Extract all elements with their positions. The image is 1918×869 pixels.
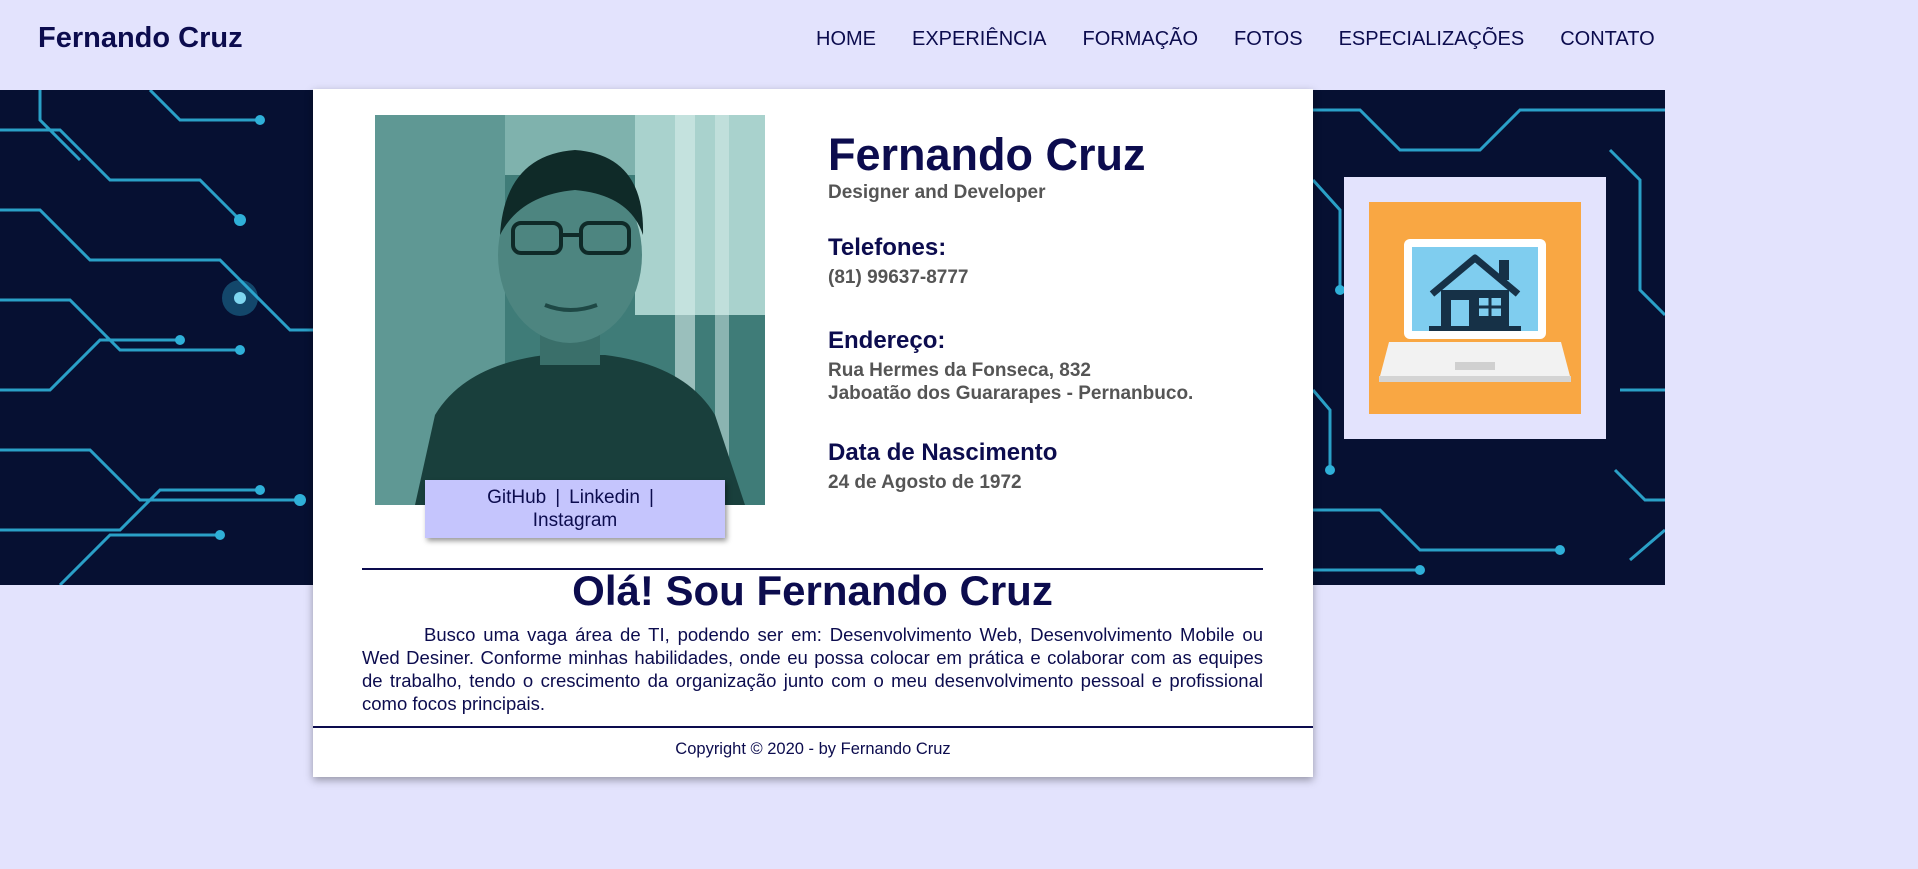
contact-info: Fernando Cruz Designer and Developer Tel… [828, 129, 1288, 494]
address-heading: Endereço: [828, 327, 946, 354]
copyright-text: Copyright © 2020 - by Fernando Cruz [675, 740, 951, 758]
site-brand[interactable]: Fernando Cruz [38, 22, 243, 55]
address-line-1: Rua Hermes da Fonseca, 832 [828, 360, 1091, 381]
site-header: Fernando Cruz HOME EXPERIÊNCIA FORMAÇÃO … [0, 0, 1918, 90]
laptop-home-icon [1379, 239, 1571, 382]
profile-role: Designer and Developer [828, 182, 1046, 203]
birth-value: 24 de Agosto de 1972 [828, 472, 1022, 493]
main-nav: HOME EXPERIÊNCIA FORMAÇÃO FOTOS ESPECIAL… [816, 28, 1655, 51]
profile-card: GitHub | Linkedin | Instagram Fernando Cruz… [313, 89, 1313, 777]
laptop-illustration [1369, 202, 1581, 414]
profile-name: Fernando Cruz [828, 129, 1146, 180]
footer-divider [313, 726, 1313, 728]
linkedin-link[interactable]: Linkedin [569, 487, 640, 508]
phone-heading: Telefones: [828, 234, 947, 261]
address-line-2: Jaboatão dos Guararapes - Pernanbuco. [828, 383, 1194, 404]
nav-especializacoes[interactable]: ESPECIALIZAÇÕES [1339, 28, 1525, 51]
nav-formacao[interactable]: FORMAÇÃO [1082, 28, 1198, 51]
github-link[interactable]: GitHub [487, 487, 546, 508]
birth-heading: Data de Nascimento [828, 439, 1058, 466]
person-photo-icon [375, 115, 765, 505]
instagram-link[interactable]: Instagram [533, 510, 617, 531]
profile-photo [375, 115, 765, 505]
nav-home[interactable]: HOME [816, 28, 876, 51]
about-text: Busco uma vaga área de TI, podendo ser e… [362, 624, 1263, 714]
social-links: GitHub | Linkedin | Instagram [425, 480, 725, 538]
phone-value: (81) 99637-8777 [828, 267, 969, 288]
about-heading: Olá! Sou Fernando Cruz [572, 567, 1053, 614]
nav-contato[interactable]: CONTATO [1560, 28, 1654, 51]
laptop-frame [1344, 177, 1606, 439]
social-separator: | [555, 487, 561, 508]
nav-fotos[interactable]: FOTOS [1234, 28, 1303, 51]
nav-experiencia[interactable]: EXPERIÊNCIA [912, 28, 1046, 51]
page: Fernando Cruz HOME EXPERIÊNCIA FORMAÇÃO … [0, 0, 1918, 869]
social-separator: | [648, 487, 654, 508]
